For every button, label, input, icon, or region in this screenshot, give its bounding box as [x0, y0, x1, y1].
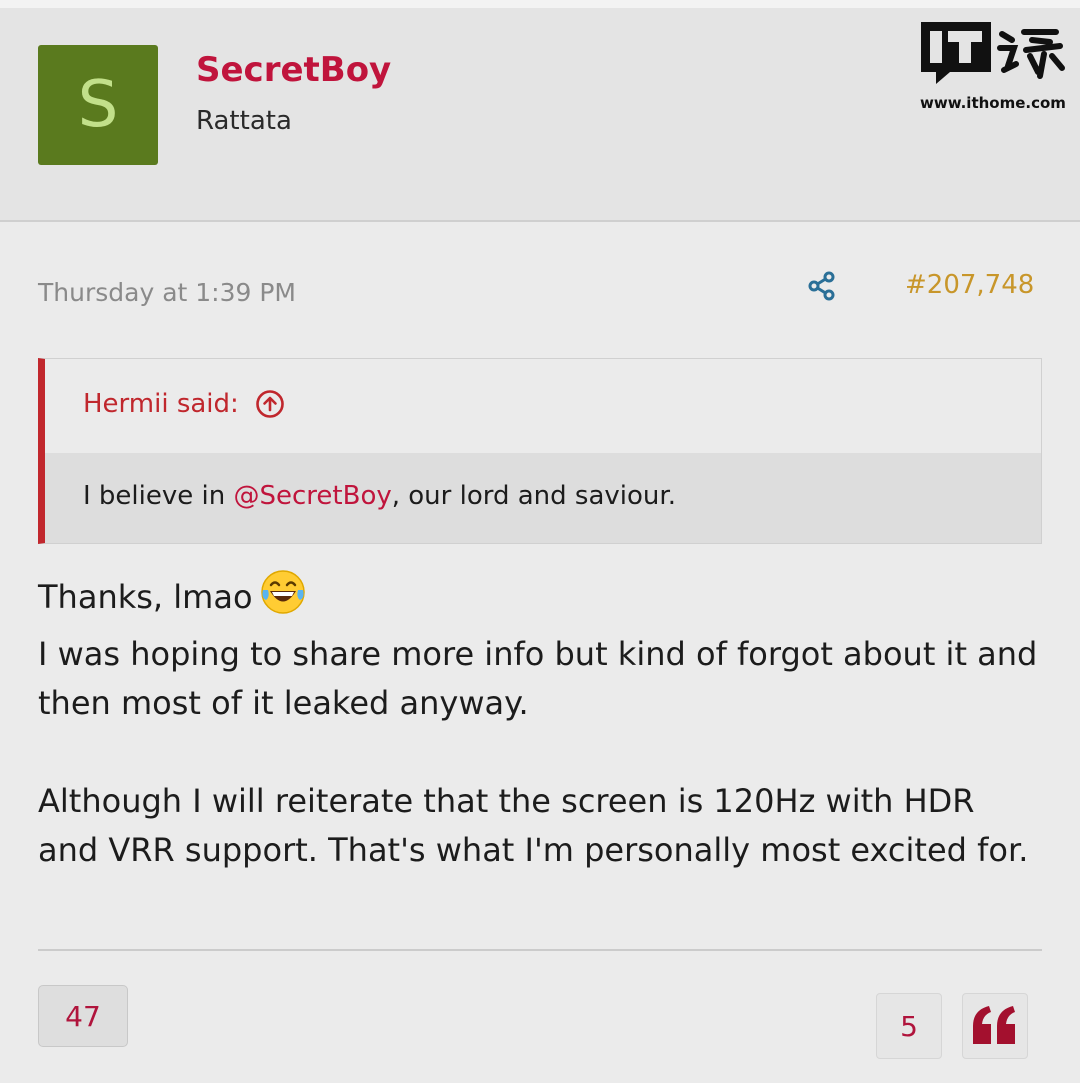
quote-attribution-link[interactable]: Hermii said:: [83, 389, 285, 419]
reaction-count-button[interactable]: 47: [38, 985, 128, 1047]
quote-attribution: Hermii said:: [83, 389, 239, 419]
author-name[interactable]: SecretBoy: [196, 50, 391, 90]
post-date[interactable]: Thursday at 1:39 PM: [38, 278, 296, 307]
avatar-letter: S: [77, 68, 119, 142]
quote-mark-icon: [973, 1006, 1015, 1044]
post-text-thanks: Thanks, lmao: [38, 578, 253, 616]
reply-count-badge[interactable]: 5: [876, 993, 942, 1059]
author-title: Rattata: [196, 106, 292, 136]
quote-reply-button[interactable]: [962, 993, 1028, 1059]
quote-body: I believe in @SecretBoy, our lord and sa…: [45, 453, 1041, 543]
watermark-url: www.ithome.com: [920, 94, 1066, 112]
post-body: Thanks, lmao I was hoping to share more …: [38, 568, 1038, 875]
ithome-logo-icon: [921, 22, 1065, 84]
post-paragraph-2: Although I will reiterate that the scree…: [38, 782, 1029, 869]
quote-text-after: , our lord and saviour.: [391, 481, 676, 511]
arrow-up-circle-icon: [255, 390, 284, 418]
share-icon[interactable]: [806, 270, 838, 302]
quote-text-before: I believe in: [83, 481, 234, 511]
quote-text: I believe in @SecretBoy, our lord and sa…: [83, 481, 676, 511]
post-author-header: S SecretBoy Rattata www.ithome.com: [0, 8, 1080, 222]
quote-header: Hermii said:: [45, 359, 1041, 453]
face-with-tears-of-joy-icon: [259, 568, 307, 630]
user-mention-link[interactable]: @SecretBoy: [234, 481, 392, 511]
quote-block: Hermii said: I believe in @SecretBoy, ou…: [38, 358, 1042, 544]
reaction-count: 47: [65, 999, 101, 1033]
avatar[interactable]: S: [38, 45, 158, 165]
ithome-watermark: www.ithome.com: [920, 20, 1066, 116]
post-paragraph-1: I was hoping to share more info but kind…: [38, 635, 1038, 722]
post-line-thanks: Thanks, lmao: [38, 568, 1038, 630]
post-number-link[interactable]: #207,748: [905, 270, 1034, 300]
reply-count: 5: [900, 1009, 918, 1043]
post-footer-divider: [38, 949, 1042, 951]
